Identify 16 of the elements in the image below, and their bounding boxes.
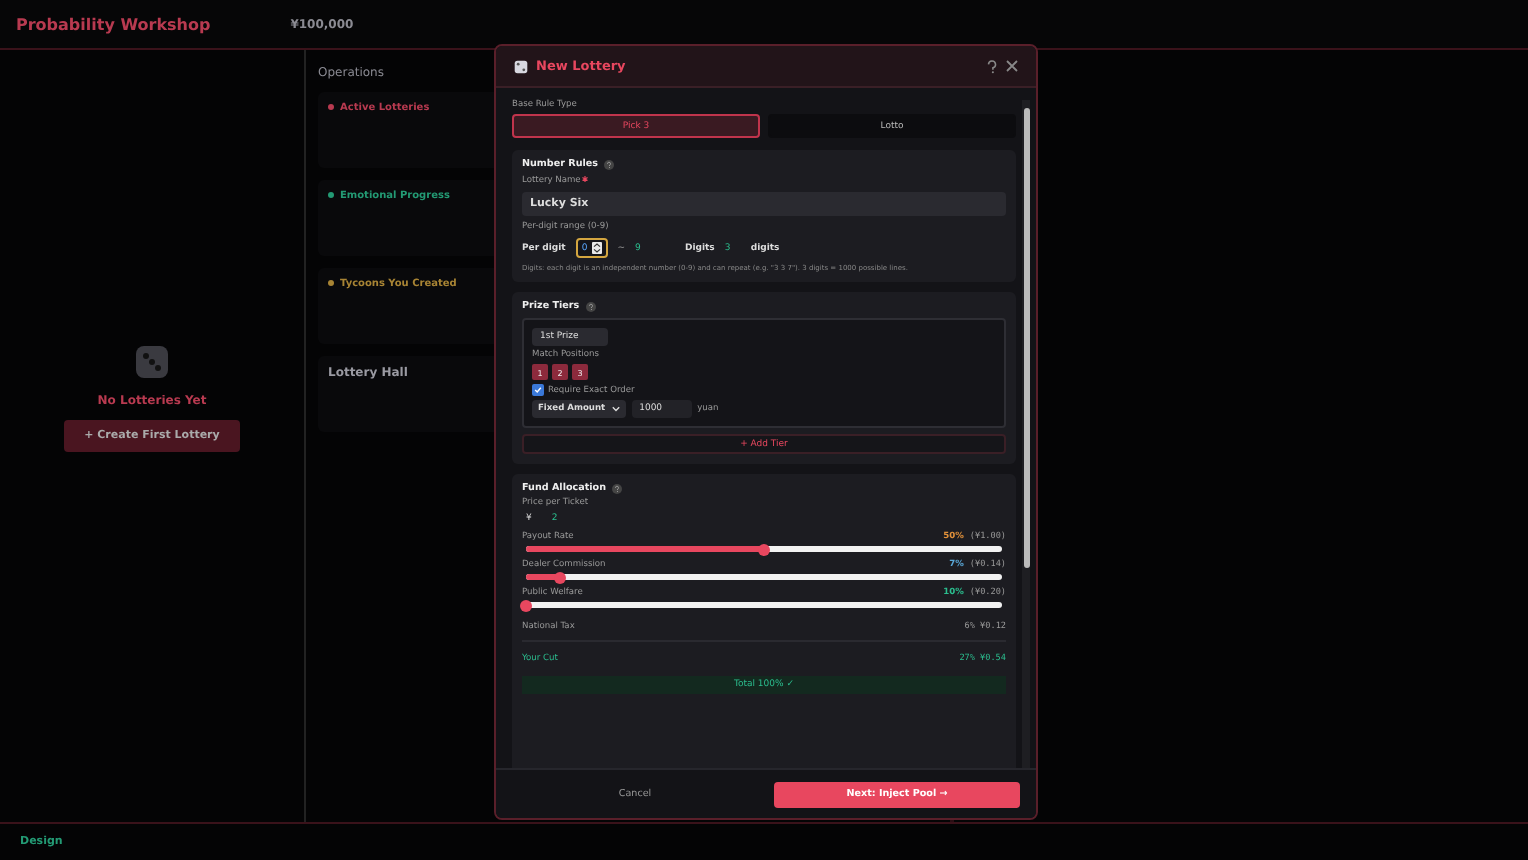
help-icon[interactable]: [604, 160, 615, 170]
help-icon[interactable]: [986, 59, 998, 73]
scrollbar[interactable]: [1022, 100, 1030, 768]
checkbox[interactable]: [532, 384, 544, 396]
help-icon[interactable]: [612, 484, 622, 494]
app-title: Probability Workshop: [16, 15, 211, 33]
required-icon: [582, 176, 589, 182]
slider-handle[interactable]: [553, 571, 566, 583]
chevron-down-icon: [611, 406, 620, 412]
dice-icon: [514, 59, 528, 73]
dice-icon: [132, 341, 172, 381]
slider-handle[interactable]: [520, 599, 532, 611]
stepper-icon[interactable]: [591, 242, 602, 254]
slider-handle[interactable]: [758, 543, 770, 555]
help-icon[interactable]: [585, 302, 596, 312]
close-icon[interactable]: [1006, 60, 1018, 72]
